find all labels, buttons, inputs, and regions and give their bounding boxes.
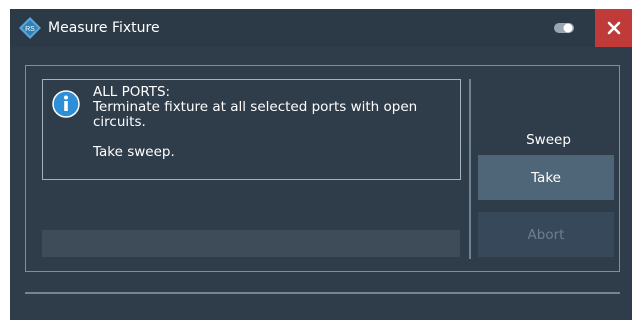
- instruction-heading: ALL PORTS:: [93, 84, 171, 100]
- window-title: Measure Fixture: [48, 20, 160, 36]
- sweep-label: Sweep: [526, 132, 571, 148]
- toggle-icon[interactable]: [554, 23, 574, 33]
- instruction-box: ALL PORTS: Terminate fixture at all sele…: [42, 79, 461, 180]
- content-panel: ALL PORTS: Terminate fixture at all sele…: [25, 65, 620, 272]
- title-bar[interactable]: RS Measure Fixture: [10, 9, 632, 47]
- vertical-divider: [469, 79, 471, 259]
- progress-bar: [42, 230, 460, 257]
- close-button[interactable]: [595, 9, 632, 47]
- instruction-line-1: Terminate fixture at all selected ports …: [93, 99, 418, 115]
- instruction-text: ALL PORTS: Terminate fixture at all sele…: [93, 85, 453, 160]
- abort-button[interactable]: Abort: [478, 212, 614, 257]
- rohde-schwarz-logo-icon: RS: [19, 17, 41, 39]
- measure-fixture-dialog: RS Measure Fixture ALL PORTS: Terminate …: [10, 9, 632, 320]
- instruction-line-3: Take sweep.: [93, 144, 175, 160]
- close-icon: [607, 21, 620, 35]
- horizontal-divider: [25, 292, 620, 294]
- instruction-line-2: circuits.: [93, 114, 146, 130]
- svg-text:RS: RS: [25, 26, 35, 33]
- info-icon: [52, 90, 80, 118]
- take-button[interactable]: Take: [478, 155, 614, 200]
